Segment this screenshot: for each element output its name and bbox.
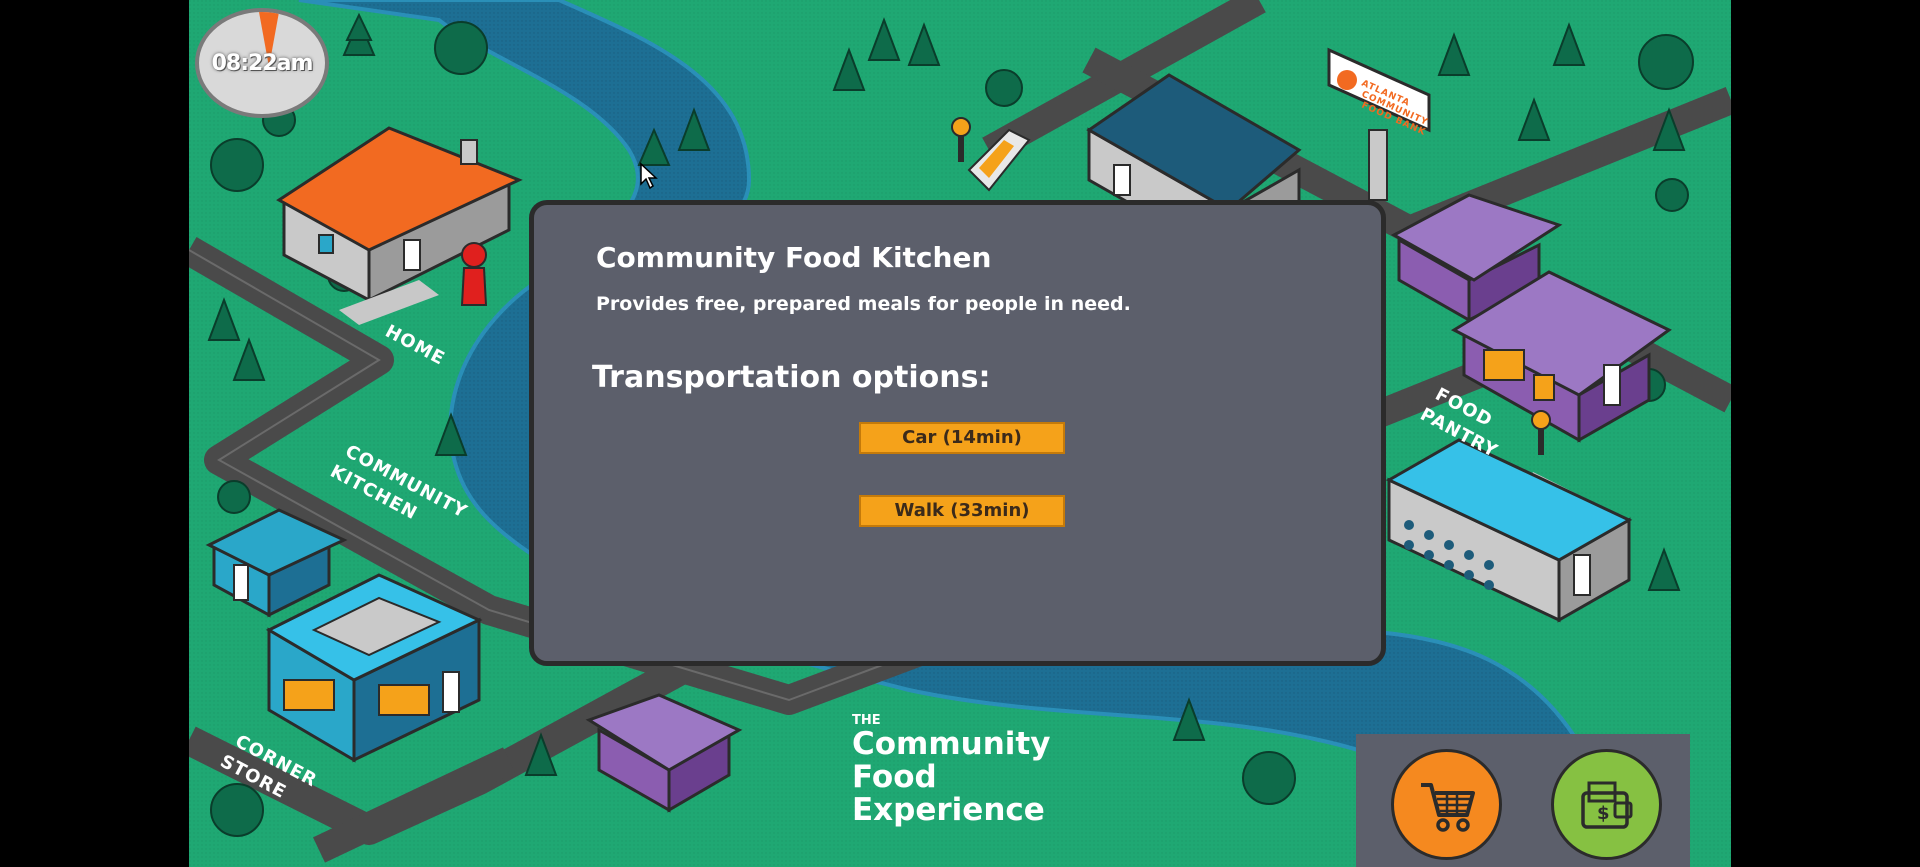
svg-text:$: $ [1597,803,1610,824]
dialog-description: Provides free, prepared meals for people… [596,293,1131,315]
shopping-cart-icon [1420,782,1475,832]
clock-time: 08:22am [211,50,314,76]
transportation-heading: Transportation options: [592,360,991,395]
mouse-cursor-icon [640,162,658,190]
player-marker [460,242,488,306]
car-option-button[interactable]: Car (14min) [859,422,1065,454]
wallet-icon: $ [1580,781,1632,829]
dialog-title: Community Food Kitchen [596,241,992,274]
brand-logo: THE Community Food Experience [852,714,1050,827]
brand-line-1: Community [852,726,1051,762]
game-clock: 08:22am [195,8,329,118]
cart-button[interactable] [1391,749,1502,860]
game-stage: ATLANTA COMMUNITY FOOD BANK HOME COMMUNI… [189,0,1731,867]
brand-line-2: Food [852,759,937,795]
walk-option-button[interactable]: Walk (33min) [859,495,1065,527]
brand-line-3: Experience [852,792,1045,828]
wallet-button[interactable]: $ [1551,749,1662,860]
location-dialog: Community Food Kitchen Provides free, pr… [529,200,1386,666]
bottom-toolbar: $ [1356,734,1690,867]
